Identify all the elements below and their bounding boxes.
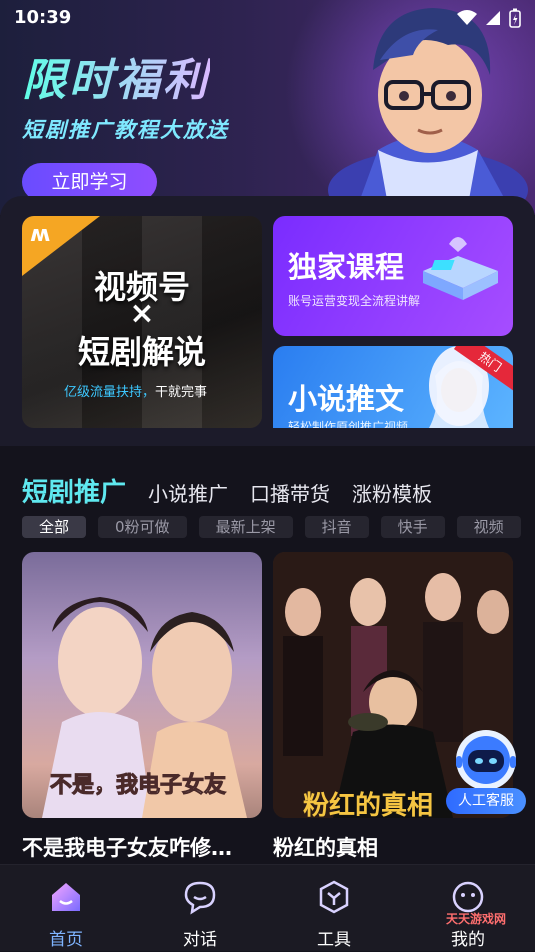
nav-profile-label: 我的 (451, 930, 485, 950)
filter-chips: 全部 0粉可做 最新上架 抖音 快手 视频 (22, 516, 535, 538)
tagline-highlight: 亿级流量扶持， (64, 385, 156, 400)
status-icons (457, 8, 521, 28)
chip-video[interactable]: 视频 (456, 516, 521, 538)
nav-home[interactable]: 首页 (26, 865, 106, 952)
customer-service-button[interactable]: 人工客服 (446, 726, 526, 816)
chip-newest[interactable]: 最新上架 (198, 516, 293, 538)
category-tabs: 短剧推广 小说推广 口播带货 涨粉模板 (22, 472, 454, 509)
signal-icon (486, 11, 500, 25)
nav-tools-label: 工具 (317, 930, 351, 950)
chip-zero-fans[interactable]: 0粉可做 (98, 516, 187, 538)
nav-home-label: 首页 (49, 930, 83, 950)
nav-chat[interactable]: 对话 (160, 865, 240, 952)
drama-poster-1-art: 不是，我电子女友 (42, 597, 247, 818)
tab-fan-templates[interactable]: 涨粉模板 (352, 478, 432, 507)
chip-all[interactable]: 全部 (22, 516, 87, 538)
drama-poster-2-text: 粉红的真相 (303, 790, 433, 818)
chip-kuaishou[interactable]: 快手 (380, 516, 445, 538)
drama-poster-1[interactable]: 不是，我电子女友 (22, 552, 262, 818)
chat-icon (184, 881, 216, 915)
chip-douyin[interactable]: 抖音 (304, 516, 369, 538)
novel-card-title: 小说推文 (288, 382, 405, 416)
nav-chat-label: 对话 (183, 930, 217, 950)
banner-title: 限时福利 (22, 44, 210, 108)
bottom-nav: 首页 对话 工具 我的 (0, 864, 535, 951)
status-bar: 10:39 (0, 0, 535, 36)
novel-card-subtitle: 轻松制作原创推广视频 (288, 420, 409, 428)
drama-title-2[interactable]: 粉红的真相 (273, 832, 513, 862)
course-card-title: 独家课程 (288, 250, 405, 284)
tagline-rest: 干就完事 (155, 385, 208, 400)
banner-subtitle: 短剧推广教程大放送 (22, 118, 229, 142)
watermark-logo: 天天游戏网 (446, 912, 507, 926)
battery-icon (509, 8, 521, 28)
video-card-tagline: 亿级流量扶持，干就完事 (64, 381, 207, 400)
nav-profile[interactable]: 我的 (428, 865, 508, 952)
video-card-times: × (129, 296, 155, 331)
course-card-subtitle: 账号运营变现全流程讲解 (288, 294, 421, 308)
status-time: 10:39 (14, 7, 72, 28)
customer-service-label: 人工客服 (446, 788, 526, 814)
robot-icon (456, 730, 516, 790)
drama-title-1[interactable]: 不是我电子女友咋修… (22, 832, 262, 862)
drama-poster-1-text: 不是，我电子女友 (50, 772, 226, 798)
tools-icon (319, 880, 349, 914)
video-card-line3: 短剧解说 (77, 333, 206, 371)
exclusive-course-card[interactable]: 独家课程 账号运营变现全流程讲解 (273, 216, 513, 336)
channel-logo-icon: ʍ (30, 222, 51, 247)
tab-novel[interactable]: 小说推广 (148, 478, 228, 507)
tab-live-selling[interactable]: 口播带货 (250, 478, 330, 507)
novel-promo-card[interactable]: 小说推文 轻松制作原创推广视频 热门 (273, 346, 513, 428)
nav-tools[interactable]: 工具 (294, 865, 374, 952)
wifi-icon (457, 10, 477, 25)
home-icon (52, 883, 80, 911)
book-icon (423, 237, 498, 300)
tab-short-drama[interactable]: 短剧推广 (22, 472, 126, 509)
